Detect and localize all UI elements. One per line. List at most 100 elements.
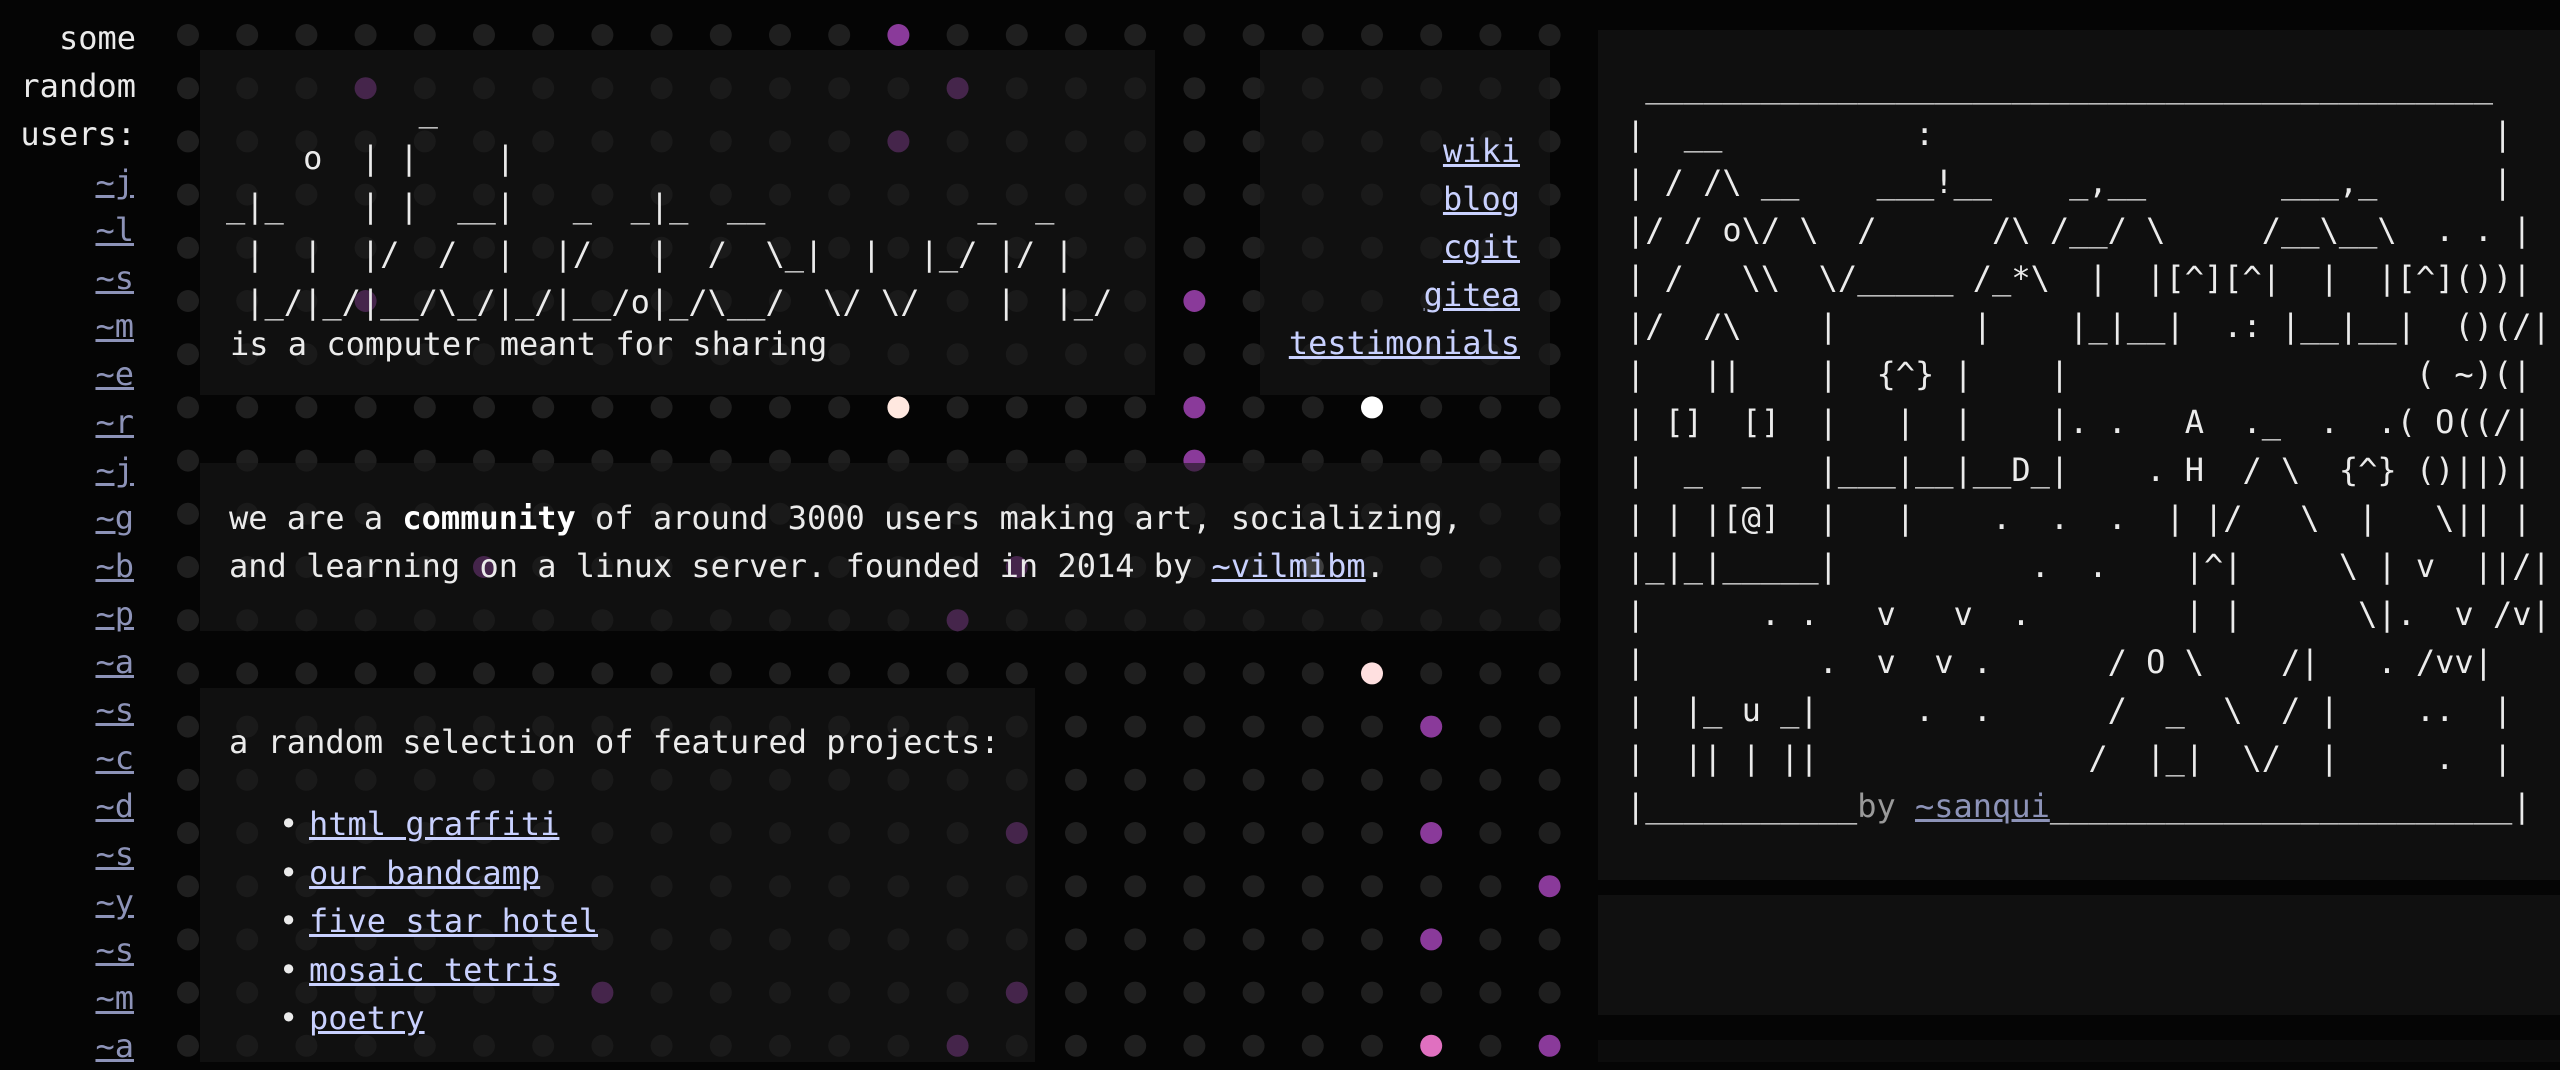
grid-dot (1361, 396, 1383, 419)
sidebar-user-link[interactable]: ~p (0, 590, 140, 638)
project-link[interactable]: html graffiti (309, 805, 559, 843)
grid-dot (177, 715, 199, 738)
grid-dot (1361, 875, 1383, 898)
grid-dot (1538, 1034, 1561, 1057)
grid-dot (1183, 77, 1206, 100)
project-list-item: html graffiti (229, 800, 1000, 849)
grid-dot (1301, 768, 1324, 791)
ascii-art: ________________________________________… (1626, 62, 2551, 830)
grid-dot (1183, 236, 1206, 259)
grid-dot (532, 662, 555, 685)
grid-dot (1183, 981, 1206, 1004)
grid-dot (1301, 1034, 1324, 1057)
project-link[interactable]: poetry (309, 999, 425, 1037)
grid-dot (946, 396, 969, 419)
sidebar-user-link[interactable]: ~j (0, 158, 140, 206)
grid-dot (1183, 875, 1206, 898)
grid-dot (1183, 768, 1206, 791)
sidebar-user-link[interactable]: ~s (0, 926, 140, 974)
grid-dot (1183, 130, 1206, 153)
grid-dot (709, 24, 732, 46)
grid-dot (1124, 981, 1147, 1004)
grid-dot (1242, 24, 1265, 46)
sidebar-user-link[interactable]: ~s (0, 830, 140, 878)
grid-dot (1420, 822, 1443, 844)
sidebar-title-line: users: (20, 115, 136, 153)
project-list-item: mosaic tetris (229, 946, 1000, 995)
sidebar-user-link[interactable]: ~d (0, 782, 140, 830)
grid-dot (1538, 822, 1561, 844)
project-link[interactable]: five star hotel (309, 902, 598, 940)
sidebar-user-link[interactable]: ~b (0, 542, 140, 590)
nav-link-cgit[interactable]: cgit (1250, 223, 1520, 271)
grid-dot (769, 396, 791, 419)
grid-dot (177, 449, 199, 472)
founder-link[interactable]: ~vilmibm (1212, 547, 1366, 585)
community-text-end: . (1365, 547, 1385, 585)
grid-dot (354, 24, 377, 46)
projects-heading: a random selection of featured projects: (229, 723, 1000, 761)
grid-dot (1124, 875, 1147, 898)
grid-dot (709, 396, 732, 419)
sidebar-user-link[interactable]: ~s (0, 254, 140, 302)
projects-list: html graffiti our bandcamp five star hotel… (229, 800, 1000, 1043)
grid-dot (1420, 1034, 1443, 1057)
nav-link-gitea[interactable]: gitea (1250, 271, 1520, 319)
grid-dot (1242, 1034, 1265, 1057)
grid-dot (1005, 24, 1028, 46)
grid-dot (1479, 396, 1502, 419)
grid-dot (177, 236, 199, 259)
project-link[interactable]: mosaic tetris (309, 951, 559, 989)
sidebar-user-link[interactable]: ~l (0, 206, 140, 254)
sidebar-user-link[interactable]: ~g (0, 494, 140, 542)
lower-right-panel (1598, 895, 2560, 1015)
grid-dot (177, 768, 199, 791)
grid-dot (887, 662, 910, 685)
sidebar-user-link[interactable]: ~m (0, 302, 140, 350)
grid-dot (177, 875, 199, 898)
grid-dot (591, 24, 614, 46)
sidebar-user-link[interactable]: ~m (0, 974, 140, 1022)
grid-dot (1301, 662, 1324, 685)
sidebar-user-link[interactable]: ~e (0, 350, 140, 398)
grid-dot (1183, 343, 1206, 366)
grid-dot (1420, 768, 1443, 791)
grid-dot (1301, 928, 1324, 951)
grid-dot (1301, 24, 1324, 46)
project-link[interactable]: our bandcamp (309, 854, 540, 892)
nav-link-testimonials[interactable]: testimonials (1250, 319, 1520, 367)
grid-dot (1242, 928, 1265, 951)
grid-dot (1065, 1034, 1087, 1057)
site-logo-ascii: _ o | | | _|_ | | __| _ _|_ __ _ _ | | |… (226, 91, 1113, 321)
grid-dot (1124, 396, 1147, 419)
art-credit-by: by (1857, 787, 1915, 825)
sidebar-user-link[interactable]: ~c (0, 734, 140, 782)
nav-link-blog[interactable]: blog (1250, 175, 1520, 223)
nav-link-wiki[interactable]: wiki (1250, 127, 1520, 175)
grid-dot (1361, 981, 1383, 1004)
sidebar-user-link[interactable]: ~y (0, 878, 140, 926)
grid-dot (1361, 662, 1383, 685)
grid-dot (413, 24, 436, 46)
grid-dot (354, 662, 377, 685)
grid-dot (1538, 715, 1561, 738)
sidebar-user-link[interactable]: ~a (0, 638, 140, 686)
grid-dot (1361, 768, 1383, 791)
grid-dot (1538, 981, 1561, 1004)
grid-dot (473, 396, 495, 419)
grid-dot (177, 396, 199, 419)
sidebar-user-link[interactable]: ~a (0, 1022, 140, 1070)
grid-dot (1124, 662, 1147, 685)
grid-dot (1361, 822, 1383, 844)
grid-dot (1301, 875, 1324, 898)
sidebar-user-link[interactable]: ~r (0, 398, 140, 446)
grid-dot (1420, 715, 1443, 738)
grid-dot (177, 928, 199, 951)
sidebar-user-link[interactable]: ~s (0, 686, 140, 734)
grid-dot (1183, 715, 1206, 738)
grid-dot (177, 822, 199, 844)
art-credit-user-link[interactable]: ~sanqui (1915, 787, 2050, 825)
grid-dot (1242, 715, 1265, 738)
sidebar-user-link[interactable]: ~j (0, 446, 140, 494)
grid-dot (1479, 1034, 1502, 1057)
